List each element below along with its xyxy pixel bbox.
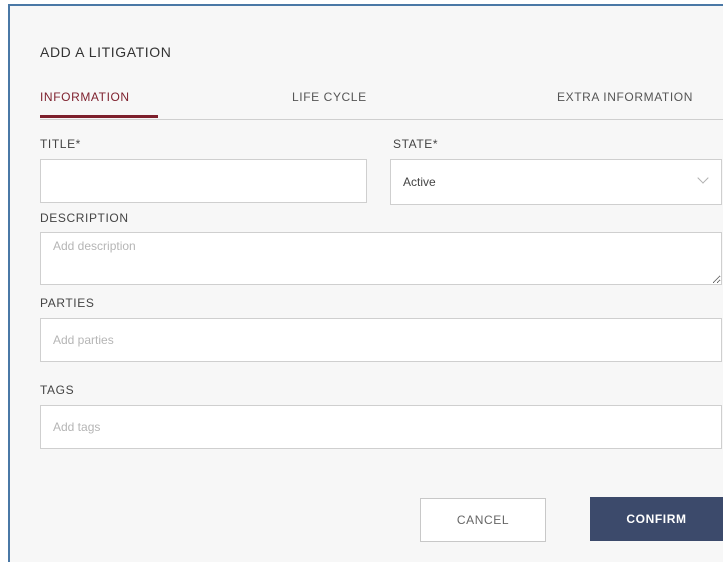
parties-input[interactable] — [40, 318, 722, 362]
title-input[interactable] — [40, 159, 367, 203]
tags-label: TAGS — [40, 383, 75, 397]
state-selected-value: Active — [403, 175, 436, 189]
confirm-button[interactable]: CONFIRM — [590, 497, 723, 541]
state-label: STATE* — [393, 137, 439, 151]
description-label: DESCRIPTION — [40, 211, 129, 225]
cancel-button[interactable]: CANCEL — [420, 498, 546, 542]
tabs-divider — [40, 119, 723, 120]
tags-input[interactable] — [40, 405, 722, 449]
active-tab-indicator — [40, 115, 158, 118]
state-select[interactable]: Active — [390, 159, 722, 205]
chevron-down-icon — [697, 172, 709, 184]
tab-information[interactable]: INFORMATION — [40, 90, 130, 104]
tab-extra-information[interactable]: EXTRA INFORMATION — [557, 90, 693, 104]
dialog-title: ADD A LITIGATION — [40, 44, 172, 60]
parties-label: PARTIES — [40, 296, 95, 310]
description-textarea[interactable] — [40, 232, 722, 285]
tab-bar: INFORMATION LIFE CYCLE EXTRA INFORMATION — [40, 90, 723, 120]
tab-life-cycle[interactable]: LIFE CYCLE — [292, 90, 367, 104]
title-label: TITLE* — [40, 137, 81, 151]
add-litigation-dialog: ADD A LITIGATION INFORMATION LIFE CYCLE … — [8, 4, 723, 562]
